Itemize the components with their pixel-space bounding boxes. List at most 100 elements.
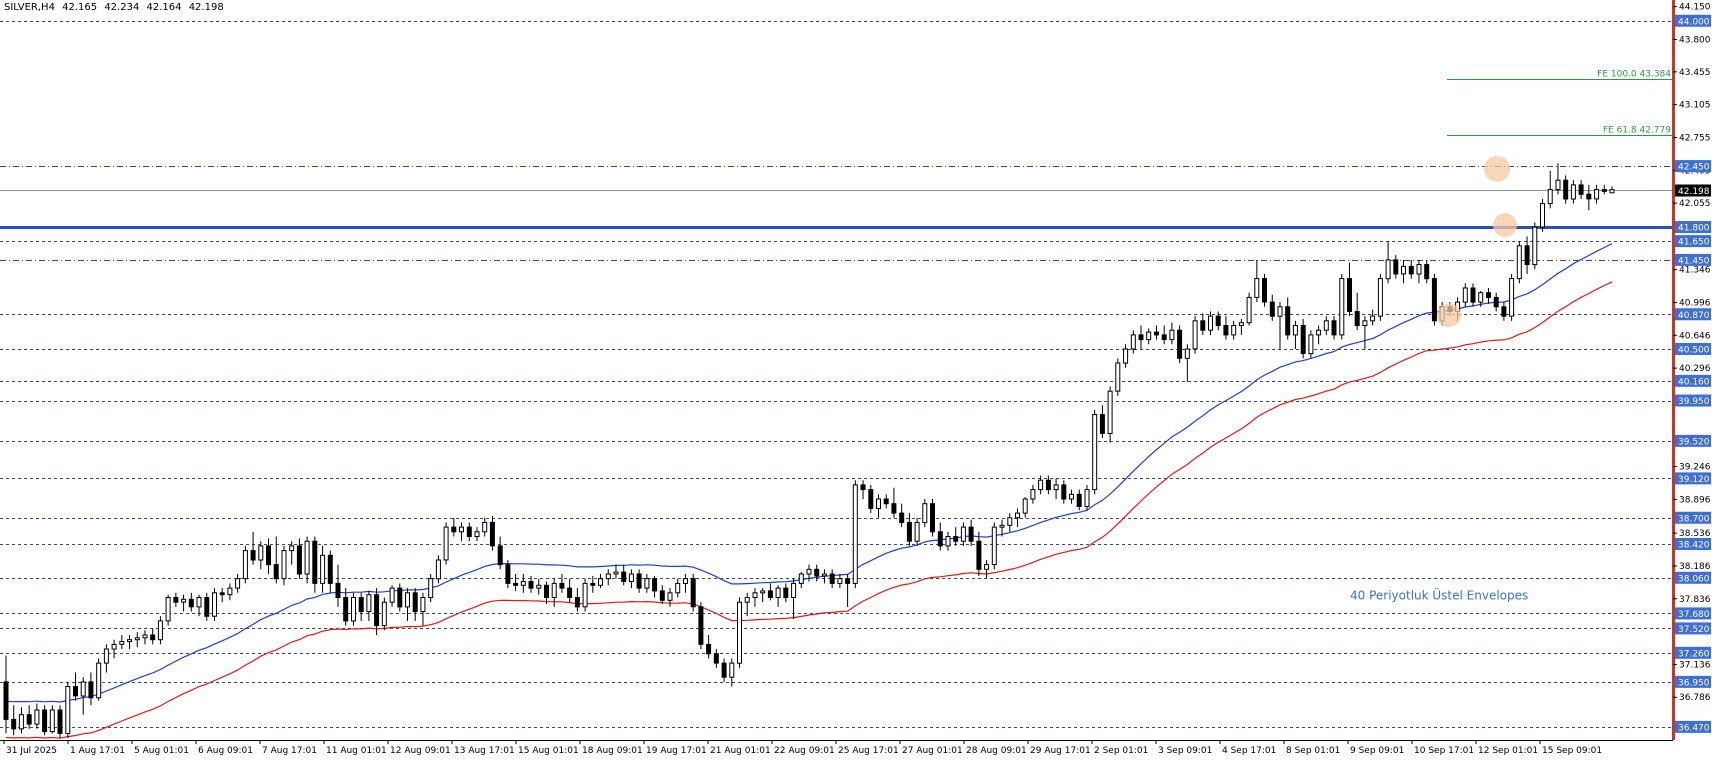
candle-body [296,545,302,575]
time-tick-label: 9 Sep 09:01 [1350,746,1404,756]
candle-body [327,554,333,584]
candle [165,594,171,626]
candle-body [798,573,804,584]
fib-label: FE 100.0 43.384 [1597,70,1671,80]
price-tick-label: 41.346 [1679,266,1711,276]
time-tick-label: 6 Aug 09:01 [198,746,253,756]
candle-body [1316,329,1322,336]
candle-body [1547,189,1553,205]
time-tick-label: 13 Aug 17:01 [454,746,515,756]
candle-body [1540,203,1545,228]
candle-body [1486,292,1491,298]
candle-body [876,498,881,509]
candle-body [1431,278,1437,322]
chart-background [0,0,1712,759]
price-tick-label: 43.105 [1679,101,1711,111]
candle-body [1370,315,1376,322]
candle-body [289,545,295,552]
time-tick-label: 1 Aug 17:01 [70,746,125,756]
price-tick-label: 43.800 [1679,36,1711,46]
candle-body [930,503,935,533]
candle-body [412,592,418,613]
candle-body [1308,334,1314,355]
candle-body [1354,311,1360,327]
candle [930,499,935,537]
candle-body [358,597,364,613]
candle-body [281,550,287,580]
time-tick-label: 15 Aug 01:01 [518,746,579,756]
candle [582,578,588,612]
candle-body [1146,331,1152,341]
candle-body [667,592,673,601]
chart[interactable]: FE 100.0 43.384 FE 61.8 42.779 40 Periyotl… [0,0,1712,759]
candle-body [1385,259,1391,280]
candle [212,588,217,621]
time-tick-label: 12 Aug 09:01 [390,746,451,756]
candle-body [119,641,125,645]
candle-body [212,592,217,617]
candle-body [1099,414,1105,434]
price-tick-label: 42.055 [1679,199,1711,209]
time-tick-label: 8 Sep 01:01 [1286,746,1340,756]
candle [1308,330,1314,359]
candle-body [312,540,318,584]
candle-body [1215,315,1221,327]
candle-body [173,597,179,603]
level-label-text: 40.500 [1678,345,1710,355]
chart-svg[interactable]: FE 100.0 43.384 FE 61.8 42.779 40 Periyotl… [0,0,1712,759]
level-label-text: 40.160 [1678,377,1710,387]
candle [1431,273,1437,326]
candle-body [652,578,658,592]
level-label-text: 38.700 [1678,514,1710,524]
candle-body [1269,301,1275,317]
candle-body [103,648,109,664]
candle-body [18,714,24,730]
candle-body [1169,329,1175,341]
candle-body [1362,320,1368,326]
level-label-text: 41.650 [1678,238,1710,248]
candle-body [999,524,1005,528]
candle-body [266,545,271,566]
candle-body [258,545,264,561]
candle-body [937,531,943,547]
candle-body [1177,329,1183,359]
candle-body [821,573,827,577]
candle [428,574,434,603]
candle-body [1323,320,1329,331]
candle-body [613,571,619,575]
candle-body [196,597,202,608]
candle-body [775,587,781,598]
chart-header: SILVER,H4 42.165 42.234 42.164 42.198 [4,2,228,13]
candle-body [1285,306,1291,336]
level-label-text: 38.420 [1678,541,1710,551]
candle-body [443,526,449,561]
close-value: 42.198 [188,2,224,13]
time-tick-label: 10 Sep 17:01 [1414,746,1474,756]
candle-body [134,637,140,641]
candle-body [1262,278,1267,303]
candle-body [1246,296,1252,324]
time-tick-label: 3 Sep 09:01 [1158,746,1212,756]
price-tick-label: 43.455 [1679,68,1711,78]
candle [1339,273,1345,340]
candle [852,480,858,589]
candle-body [628,573,634,582]
high-value: 42.234 [104,2,140,13]
candle-body [1594,189,1600,200]
candle-body [88,681,94,699]
level-label-text: 39.520 [1678,437,1710,447]
candle-body [536,584,542,589]
time-tick-label: 15 Sep 09:01 [1542,746,1602,756]
candle-body [397,587,403,608]
level-label-text: 37.520 [1678,625,1710,635]
time-tick-label: 28 Aug 09:01 [966,746,1027,756]
time-tick-label: 11 Aug 01:01 [326,746,387,756]
candle-body [482,521,488,533]
candle-body [1292,325,1298,336]
price-tick-label: 37.836 [1679,595,1711,605]
candle-body [343,597,349,622]
candle-body [1331,320,1337,336]
candle-body [1570,184,1576,200]
candle [157,616,163,645]
level-label-text: 39.950 [1678,397,1710,407]
